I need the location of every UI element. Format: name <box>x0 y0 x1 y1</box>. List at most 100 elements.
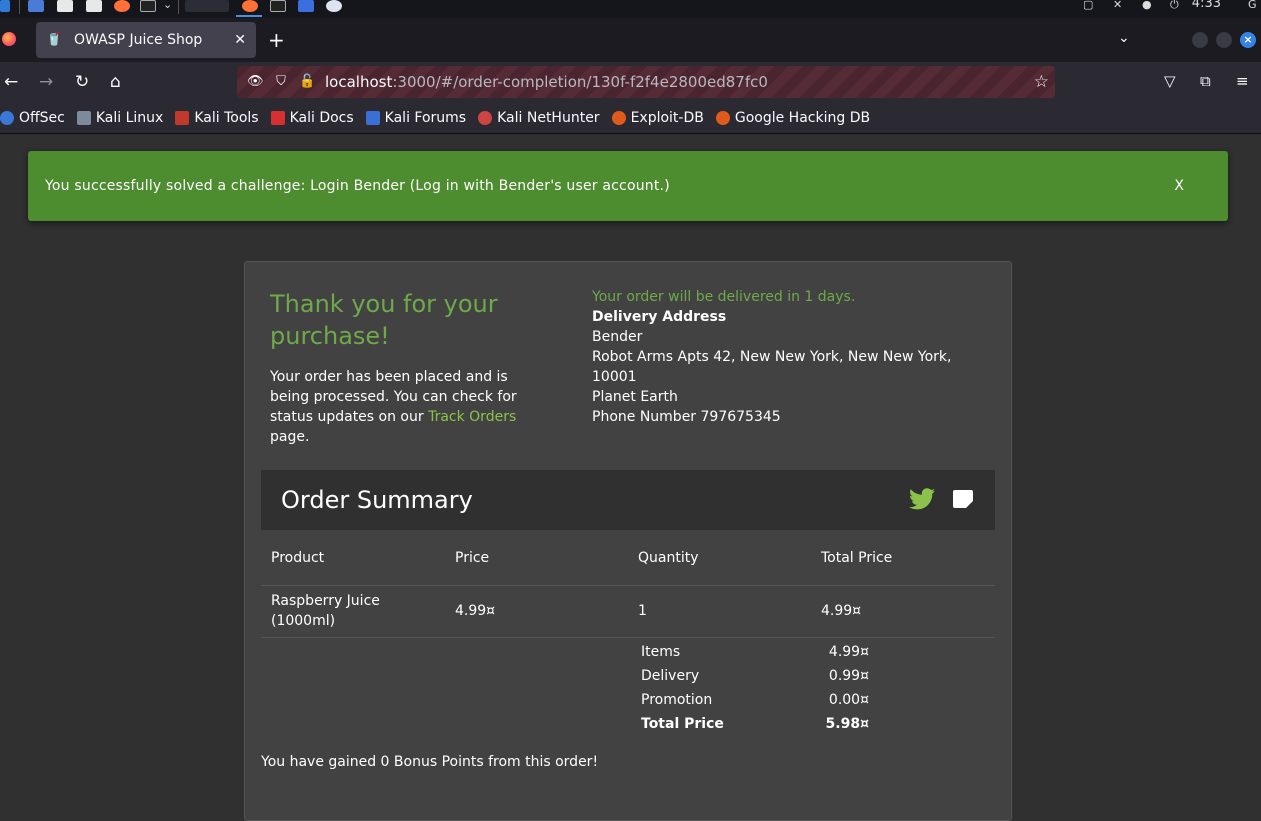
clock: 4:33 <box>1191 0 1221 11</box>
page-content: You successfully solved a challenge: Log… <box>0 134 1261 821</box>
url-host: localhost <box>325 73 393 91</box>
bookmark-kali-docs[interactable]: Kali Docs <box>270 109 354 126</box>
bookmark-kali-linux[interactable]: Kali Linux <box>76 110 163 126</box>
twitter-share-icon[interactable] <box>909 488 935 510</box>
product-quantity: 1 <box>638 603 647 619</box>
kali-docs-icon <box>270 110 285 125</box>
bookmark-label: Kali NetHunter <box>497 109 600 126</box>
terminal-window-icon[interactable] <box>270 0 286 12</box>
order-completion-card: Thank you for your purchase! Your order … <box>244 261 1012 821</box>
workspace-switcher[interactable] <box>185 0 229 12</box>
chevron-down-icon[interactable]: ⌄ <box>163 0 175 10</box>
totals-line: Promotion 0.00¤ <box>641 690 901 714</box>
bookmark-kali-forums[interactable]: Kali Forums <box>365 110 466 126</box>
column-header-product: Product <box>271 550 325 566</box>
bookmark-exploit-db[interactable]: Exploit-DB <box>611 109 704 126</box>
hamburger-menu-icon[interactable]: ≡ <box>1236 72 1249 90</box>
bookmark-google-hacking-db[interactable]: Google Hacking DB <box>715 110 870 126</box>
totals-label: Promotion <box>641 692 713 708</box>
kali-tools-icon <box>175 110 190 125</box>
kali-forums-icon <box>365 110 380 125</box>
tab-owasp-juice-shop[interactable]: 🥤 OWASP Juice Shop ✕ <box>36 22 256 58</box>
bookmark-star-icon[interactable]: ☆ <box>1034 72 1049 92</box>
forward-icon[interactable]: → <box>39 72 53 92</box>
notification-bell-icon[interactable]: ● <box>1142 0 1154 10</box>
url-path: :3000/#/order-completion/130f-f2f4e2800e… <box>392 73 768 91</box>
text-editor-icon[interactable] <box>57 0 73 12</box>
home-icon[interactable]: ⌂ <box>110 72 121 92</box>
bookmark-label: Exploit-DB <box>630 109 704 126</box>
notification-message: You successfully solved a challenge: Log… <box>45 178 670 194</box>
delivery-name: Bender <box>592 329 643 345</box>
bookmark-label: Kali Docs <box>289 109 354 126</box>
bookmark-label: Kali Tools <box>194 109 259 126</box>
firefox-view-icon[interactable] <box>2 32 16 46</box>
column-header-price: Price <box>455 550 490 566</box>
back-icon[interactable]: ← <box>4 72 18 92</box>
bookmark-kali-tools[interactable]: Kali Tools <box>175 109 259 126</box>
column-header-total-price: Total Price <box>821 550 893 566</box>
session-icon[interactable]: G <box>1248 0 1260 10</box>
table-row: Raspberry Juice (1000ml) 4.99¤ 1 4.99¤ <box>261 586 995 638</box>
totals-label: Delivery <box>641 668 700 684</box>
bookmark-offsec[interactable]: OffSec <box>0 110 65 126</box>
delivery-phone: Phone Number 797675345 <box>592 409 781 425</box>
bookmark-label: OffSec <box>19 109 65 126</box>
address-bar[interactable]: 👁 ⛉ 🔓 localhost:3000/#/order-completion/… <box>237 66 1055 98</box>
exploit-db-icon <box>611 110 626 125</box>
note-share-icon[interactable] <box>953 490 973 508</box>
minimize-button[interactable] <box>1192 32 1208 48</box>
desktop-taskbar: ⌄ ▢ ✕ ● ⏻ 4:33 G <box>0 0 1261 18</box>
close-window-button[interactable]: × <box>1240 32 1256 48</box>
tab-title: OWASP Juice Shop <box>74 32 203 48</box>
clipboard-icon[interactable]: ▢ <box>1083 0 1095 10</box>
burp-window-icon[interactable] <box>326 0 342 12</box>
terminal-icon[interactable] <box>140 0 156 12</box>
totals-label: Items <box>641 644 681 660</box>
totals-value: 5.98¤ <box>825 716 869 732</box>
bookmarks-toolbar: OffSec Kali Linux Kali Tools Kali Docs K… <box>0 102 1261 134</box>
totals-value: 0.00¤ <box>828 692 869 708</box>
nethunter-icon <box>478 110 493 125</box>
column-header-quantity: Quantity <box>638 550 699 566</box>
product-price: 4.99¤ <box>455 603 496 619</box>
firefox-window-icon[interactable] <box>242 0 258 12</box>
totals-line: Items 4.99¤ <box>641 642 901 666</box>
totals-label: Total Price <box>641 716 724 732</box>
offsec-icon <box>0 110 14 125</box>
url-text[interactable]: localhost:3000/#/order-completion/130f-f… <box>325 73 768 91</box>
taskbar-separator <box>19 0 20 14</box>
delivery-info: Your order will be delivered in 1 days. … <box>592 287 992 427</box>
list-all-tabs-icon[interactable]: ⌄ <box>1118 30 1130 46</box>
bookmark-kali-nethunter[interactable]: Kali NetHunter <box>478 109 600 126</box>
dismiss-button[interactable]: X <box>1174 178 1184 194</box>
app-window-icon[interactable] <box>298 0 314 12</box>
maximize-button[interactable] <box>1216 32 1232 48</box>
totals-line-grand-total: Total Price 5.98¤ <box>641 714 901 738</box>
tracking-protection-shield-icon[interactable]: ⛉ <box>273 74 289 90</box>
reload-icon[interactable]: ↻ <box>75 72 89 92</box>
firefox-launcher-icon[interactable] <box>114 0 130 12</box>
order-totals: Items 4.99¤ Delivery 0.99¤ Promotion 0.00¤ … <box>641 642 901 738</box>
file-manager-icon[interactable] <box>28 0 44 12</box>
insecure-lock-icon[interactable]: 🔓 <box>299 74 315 90</box>
tab-close-icon[interactable]: ✕ <box>234 32 246 48</box>
mute-icon[interactable]: ✕ <box>1113 0 1125 10</box>
confirmation-text: Your order has been placed and is being … <box>270 367 550 447</box>
product-total-price: 4.99¤ <box>821 603 862 619</box>
track-orders-link[interactable]: Track Orders <box>428 409 516 425</box>
kali-menu-icon[interactable] <box>0 0 10 12</box>
pocket-icon[interactable]: ▽ <box>1164 72 1176 90</box>
active-window-indicator <box>236 15 262 17</box>
site-identity-icon[interactable]: 👁 <box>247 74 264 90</box>
extensions-icon[interactable]: ⧉ <box>1200 72 1211 90</box>
delivery-address-heading: Delivery Address <box>592 309 727 325</box>
order-summary-table: Product Price Quantity Total Price Raspb… <box>261 530 995 638</box>
kali-dragon-icon <box>76 110 91 125</box>
document-viewer-icon[interactable] <box>86 0 102 12</box>
power-icon[interactable]: ⏻ <box>1170 0 1182 10</box>
product-name: Raspberry Juice (1000ml) <box>271 593 380 629</box>
new-tab-button[interactable]: + <box>268 30 285 50</box>
juice-shop-favicon-icon: 🥤 <box>46 32 63 47</box>
tab-strip: 🥤 OWASP Juice Shop ✕ + ⌄ × <box>0 18 1261 62</box>
